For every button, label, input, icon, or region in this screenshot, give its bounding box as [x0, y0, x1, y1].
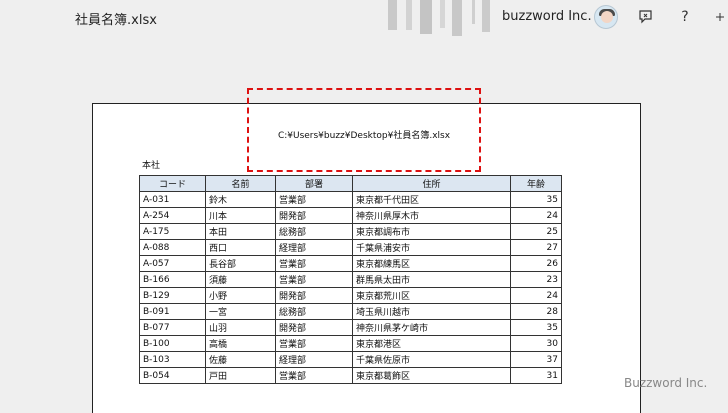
table-cell: 30	[510, 335, 562, 352]
table-cell: 神奈川県茅ケ崎市	[352, 319, 511, 336]
table-cell: 東京都練馬区	[352, 255, 511, 272]
table-cell: 東京都調布市	[352, 223, 511, 240]
table-cell: 35	[510, 319, 562, 336]
table-row: B-103 佐藤 経理部 千葉県佐原市 37	[139, 351, 562, 368]
file-title: 社員名簿.xlsx	[75, 13, 157, 28]
table-cell: 総務部	[275, 303, 353, 320]
table-cell: 東京都千代田区	[352, 191, 511, 208]
table-header-row: コード 名前 部署 住所 年齢	[139, 175, 562, 192]
table-cell: 24	[510, 207, 562, 224]
page-header-highlight[interactable]: C:¥Users¥buzz¥Desktop¥社員名簿.xlsx	[247, 88, 481, 172]
feedback-icon-glyph	[639, 10, 652, 24]
table-cell: 営業部	[275, 367, 353, 384]
table-row: A-031 鈴木 営業部 東京都千代田区 35	[139, 191, 562, 208]
table-cell: 35	[510, 191, 562, 208]
table-cell: B-077	[139, 319, 206, 336]
section-label: 本社	[142, 161, 161, 171]
table-row: B-166 須藤 営業部 群馬県太田市 23	[139, 271, 562, 288]
table-cell: A-057	[139, 255, 206, 272]
table-cell: A-031	[139, 191, 206, 208]
table-cell: 開発部	[275, 319, 353, 336]
table-cell: 23	[510, 271, 562, 288]
table-row: B-077 山羽 開発部 神奈川県茅ケ崎市 35	[139, 319, 562, 336]
table-cell: 神奈川県厚木市	[352, 207, 511, 224]
table-cell: B-054	[139, 367, 206, 384]
table-cell: 須藤	[205, 271, 276, 288]
table-cell: 営業部	[275, 191, 353, 208]
user-avatar[interactable]	[594, 5, 618, 29]
table-cell: 一宮	[205, 303, 276, 320]
table-row: B-091 一宮 総務部 埼玉県川越市 28	[139, 303, 562, 320]
table-cell: 26	[510, 255, 562, 272]
table-cell: 佐藤	[205, 351, 276, 368]
help-icon[interactable]: ?	[673, 6, 697, 28]
table-cell: 千葉県浦安市	[352, 239, 511, 256]
watermark: Buzzword Inc.	[624, 376, 708, 390]
table-cell: 西口	[205, 239, 276, 256]
table-row: A-088 西口 経理部 千葉県浦安市 27	[139, 239, 562, 256]
table-cell: 28	[510, 303, 562, 320]
table-cell: 東京都葛飾区	[352, 367, 511, 384]
table-row: A-175 本田 総務部 東京都調布市 25	[139, 223, 562, 240]
table-cell: B-100	[139, 335, 206, 352]
table-cell: B-103	[139, 351, 206, 368]
table-cell: 営業部	[275, 335, 353, 352]
table-cell: 千葉県佐原市	[352, 351, 511, 368]
table-cell: 東京都荒川区	[352, 287, 511, 304]
column-header: コード	[139, 175, 206, 192]
table-cell: 37	[510, 351, 562, 368]
account-name[interactable]: buzzword Inc.	[502, 9, 592, 24]
employee-table: コード 名前 部署 住所 年齢 A-031 鈴木 営業部 東京都千代田区 35 A-254…	[139, 175, 562, 384]
table-cell: 小野	[205, 287, 276, 304]
table-cell: 経理部	[275, 351, 353, 368]
table-cell: B-166	[139, 271, 206, 288]
table-cell: 総務部	[275, 223, 353, 240]
table-cell: 27	[510, 239, 562, 256]
table-row: A-254 川本 開発部 神奈川県厚木市 24	[139, 207, 562, 224]
table-cell: 東京都港区	[352, 335, 511, 352]
table-cell: 高橋	[205, 335, 276, 352]
column-header: 部署	[275, 175, 353, 192]
title-bar: 社員名簿.xlsx buzzword Inc. ?	[0, 0, 728, 36]
table-cell: 川本	[205, 207, 276, 224]
table-row: B-100 高橋 営業部 東京都港区 30	[139, 335, 562, 352]
table-cell: 24	[510, 287, 562, 304]
table-cell: A-254	[139, 207, 206, 224]
table-cell: A-175	[139, 223, 206, 240]
help-glyph: ?	[681, 9, 689, 25]
table-cell: 鈴木	[205, 191, 276, 208]
column-header: 住所	[352, 175, 511, 192]
column-header: 名前	[205, 175, 276, 192]
table-cell: A-088	[139, 239, 206, 256]
table-cell: 埼玉県川越市	[352, 303, 511, 320]
table-cell: 山羽	[205, 319, 276, 336]
table-cell: 31	[510, 367, 562, 384]
avatar-face	[601, 11, 613, 23]
table-cell: 本田	[205, 223, 276, 240]
table-row: B-129 小野 開発部 東京都荒川区 24	[139, 287, 562, 304]
table-cell: 群馬県太田市	[352, 271, 511, 288]
overflow-icon[interactable]	[712, 6, 728, 28]
table-cell: 戸田	[205, 367, 276, 384]
table-cell: B-129	[139, 287, 206, 304]
table-cell: 経理部	[275, 239, 353, 256]
overflow-icon-glyph	[716, 13, 724, 21]
table-cell: 開発部	[275, 287, 353, 304]
table-cell: 長谷部	[205, 255, 276, 272]
page-header-file-path: C:¥Users¥buzz¥Desktop¥社員名簿.xlsx	[277, 131, 451, 141]
table-cell: 営業部	[275, 255, 353, 272]
table-cell: 25	[510, 223, 562, 240]
feedback-icon[interactable]	[634, 6, 658, 28]
table-cell: 開発部	[275, 207, 353, 224]
table-row: B-054 戸田 営業部 東京都葛飾区 31	[139, 367, 562, 384]
table-cell: 営業部	[275, 271, 353, 288]
table-cell: B-091	[139, 303, 206, 320]
column-header: 年齢	[510, 175, 562, 192]
table-row: A-057 長谷部 営業部 東京都練馬区 26	[139, 255, 562, 272]
